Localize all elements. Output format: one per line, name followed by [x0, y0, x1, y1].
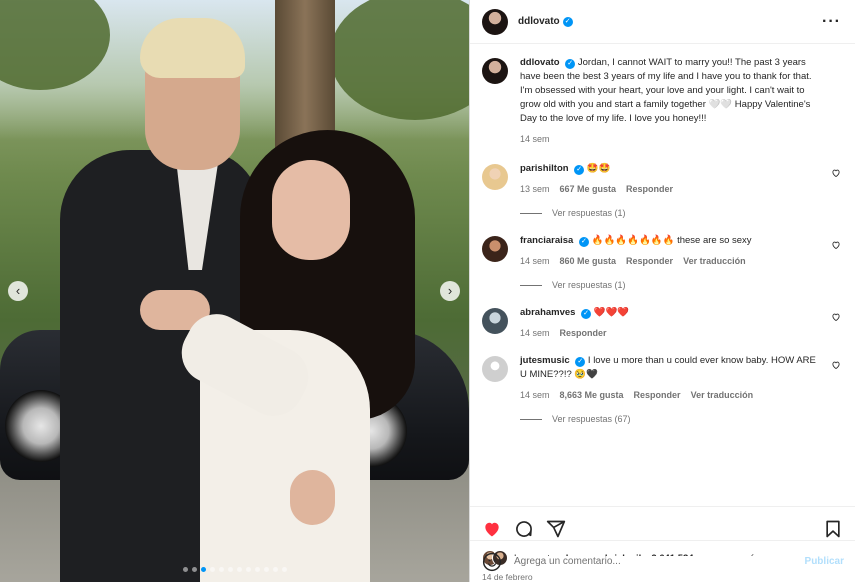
comment-meta: 14 sem 860 Me gusta Responder Ver traduc…	[520, 254, 817, 268]
comment-text: 🤩🤩	[586, 163, 611, 174]
comment-time[interactable]: 14 sem	[520, 254, 550, 268]
carousel-dot	[236, 567, 242, 572]
comment-body: parishilton ✓ 🤩🤩 13 sem 667 Me gusta Res…	[520, 162, 841, 196]
caption: ddlovato ✓ Jordan, I cannot WAIT to marr…	[482, 56, 841, 146]
more-options-icon[interactable]: ···	[822, 13, 841, 31]
view-replies-label: Ver respuestas (67)	[552, 414, 631, 424]
comment-item: franciaraisa ✓ 🔥🔥🔥🔥🔥🔥🔥 these are so sexy…	[482, 234, 841, 268]
carousel-dot	[227, 567, 233, 572]
comment-item: abrahamves ✓ ❤️❤️❤️ 14 sem Responder	[482, 306, 841, 340]
comment-time[interactable]: 13 sem	[520, 182, 550, 196]
photo-woman-face	[272, 160, 350, 260]
comment-meta: 14 sem Responder	[520, 326, 817, 340]
author-username[interactable]: ddlovato	[518, 16, 560, 27]
photo-hand	[290, 470, 335, 525]
avatar[interactable]	[482, 308, 508, 334]
comment-username[interactable]: abrahamves	[520, 307, 575, 318]
comment-username[interactable]: franciaraisa	[520, 235, 573, 246]
comment-like-icon[interactable]	[831, 168, 841, 178]
comment-time[interactable]: 14 sem	[520, 326, 550, 340]
post-side-panel: ddlovato ✓ ··· ddlovato ✓ Jordan, I cann…	[469, 0, 855, 582]
emoji-icon[interactable]	[482, 552, 502, 572]
verified-badge-icon: ✓	[575, 357, 586, 367]
comment-item: parishilton ✓ 🤩🤩 13 sem 667 Me gusta Res…	[482, 162, 841, 196]
replies-divider	[520, 418, 542, 420]
comments-list[interactable]: ddlovato ✓ Jordan, I cannot WAIT to marr…	[470, 44, 855, 506]
view-replies-label: Ver respuestas (1)	[552, 208, 626, 218]
comment-username[interactable]: jutesmusic	[520, 355, 570, 366]
comment-likes[interactable]: 860 Me gusta	[560, 254, 617, 268]
carousel-dots	[0, 567, 469, 572]
verified-badge-icon: ✓	[565, 59, 576, 69]
carousel-dot	[218, 567, 224, 572]
caption-time: 14 sem	[520, 134, 550, 144]
view-replies-button[interactable]: Ver respuestas (67)	[520, 414, 841, 424]
publish-button[interactable]: Publicar	[805, 556, 844, 567]
caption-username[interactable]: ddlovato	[520, 57, 560, 68]
avatar[interactable]	[482, 356, 508, 382]
replies-divider	[520, 212, 542, 214]
comment-like-icon[interactable]	[831, 312, 841, 322]
verified-badge-icon: ✓	[578, 237, 589, 247]
comment-icon[interactable]	[514, 519, 534, 539]
translate-button[interactable]: Ver traducción	[691, 388, 754, 402]
caption-body: ddlovato ✓ Jordan, I cannot WAIT to marr…	[520, 56, 841, 146]
comment-meta: 14 sem 8,663 Me gusta Responder Ver trad…	[520, 388, 817, 402]
chevron-left-icon[interactable]: ‹	[8, 281, 28, 301]
translate-button[interactable]: Ver traducción	[683, 254, 746, 268]
comment-item: jutesmusic ✓ I love u more than u could …	[482, 354, 841, 402]
comment-meta: 13 sem 667 Me gusta Responder	[520, 182, 817, 196]
caption-text: Jordan, I cannot WAIT to marry you!! The…	[520, 57, 812, 124]
reply-button[interactable]: Responder	[634, 388, 681, 402]
comment-body: franciaraisa ✓ 🔥🔥🔥🔥🔥🔥🔥 these are so sexy…	[520, 234, 841, 268]
verified-badge-icon: ✓	[562, 16, 573, 27]
avatar[interactable]	[482, 58, 508, 84]
carousel-dot	[272, 567, 278, 572]
view-replies-button[interactable]: Ver respuestas (1)	[520, 208, 841, 218]
replies-divider	[520, 284, 542, 286]
reply-button[interactable]: Responder	[560, 326, 607, 340]
bookmark-icon[interactable]	[823, 519, 843, 539]
avatar[interactable]	[482, 164, 508, 190]
comment-composer: Publicar	[470, 540, 855, 582]
comment-likes[interactable]: 667 Me gusta	[560, 182, 617, 196]
comment-body: abrahamves ✓ ❤️❤️❤️ 14 sem Responder	[520, 306, 841, 340]
carousel-dot	[281, 567, 287, 572]
caption-meta: 14 sem	[520, 132, 817, 146]
carousel-dot	[191, 567, 197, 572]
reply-button[interactable]: Responder	[626, 254, 673, 268]
comment-like-icon[interactable]	[831, 360, 841, 370]
carousel-dot	[254, 567, 260, 572]
share-icon[interactable]	[546, 519, 566, 539]
comment-like-icon[interactable]	[831, 240, 841, 250]
avatar[interactable]	[482, 236, 508, 262]
comment-body: jutesmusic ✓ I love u more than u could …	[520, 354, 841, 402]
view-replies-label: Ver respuestas (1)	[552, 280, 626, 290]
reply-button[interactable]: Responder	[626, 182, 673, 196]
comment-input[interactable]	[514, 556, 805, 567]
avatar[interactable]	[482, 8, 508, 35]
carousel-dot	[263, 567, 269, 572]
carousel-dot	[200, 567, 206, 572]
verified-badge-icon: ✓	[574, 165, 585, 175]
instagram-post-modal: ‹ › ddlovato ✓ ··· ddlovato ✓ Jordan, I …	[0, 0, 855, 582]
post-header: ddlovato ✓ ···	[470, 0, 855, 44]
comment-time[interactable]: 14 sem	[520, 388, 550, 402]
comment-text: 🔥🔥🔥🔥🔥🔥🔥 these are so sexy	[591, 235, 752, 246]
comment-text: ❤️❤️❤️	[593, 307, 630, 318]
view-replies-button[interactable]: Ver respuestas (1)	[520, 280, 841, 290]
carousel-dot	[245, 567, 251, 572]
like-heart-icon[interactable]	[482, 519, 502, 539]
carousel-dot	[182, 567, 188, 572]
chevron-right-icon[interactable]: ›	[440, 281, 460, 301]
comment-likes[interactable]: 8,663 Me gusta	[560, 388, 624, 402]
comment-container: parishilton ✓ 🤩🤩 13 sem 667 Me gusta Res…	[482, 162, 841, 424]
comment-username[interactable]: parishilton	[520, 163, 569, 174]
photo-man-hair	[140, 18, 245, 78]
carousel-dot	[209, 567, 215, 572]
verified-badge-icon: ✓	[581, 309, 592, 319]
post-photo[interactable]: ‹ ›	[0, 0, 469, 582]
